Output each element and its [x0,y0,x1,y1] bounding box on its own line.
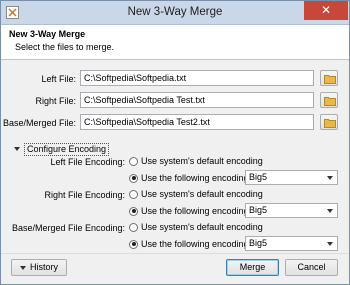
left-file-browse-button[interactable] [320,70,338,86]
right-encoding-select[interactable]: Big5 [245,203,338,218]
left-encoding-label: Left File Encoding: [50,157,125,167]
folder-icon [324,97,336,106]
base-encoding-label: Base/Merged File Encoding: [11,223,125,233]
left-encoding-default-label: Use system's default encoding [141,156,263,166]
right-encoding-default-label: Use system's default encoding [141,189,263,199]
header-title: New 3-Way Merge [9,29,86,39]
base-encoding-default-label: Use system's default encoding [141,222,263,232]
left-encoding-custom-label: Use the following encoding: [141,173,252,183]
expand-triangle-icon [14,147,20,151]
configure-encoding-toggle[interactable]: Configure Encoding [14,142,110,156]
base-encoding-select[interactable]: Big5 [245,236,338,251]
chevron-down-icon [327,176,333,180]
chevron-down-icon [19,265,26,270]
left-file-field[interactable]: C:\Softpedia\Softpedia.txt [80,70,314,86]
right-file-browse-button[interactable] [320,92,338,108]
footer-divider [1,253,349,254]
title-bar[interactable]: New 3-Way Merge ✕ [1,1,349,25]
radio-on-icon [129,206,138,216]
cancel-button[interactable]: Cancel [285,259,338,276]
left-encoding-select[interactable]: Big5 [245,170,338,185]
left-encoding-value: Big5 [249,172,268,182]
left-encoding-custom-radio[interactable]: Use the following encoding: [129,173,251,183]
right-encoding-label: Right File Encoding: [44,190,125,200]
right-encoding-value: Big5 [249,205,268,215]
right-encoding-custom-label: Use the following encoding: [141,206,252,216]
radio-on-icon [129,173,138,183]
chevron-down-icon [327,209,333,213]
base-file-browse-button[interactable] [320,114,338,130]
radio-off-icon [129,189,138,199]
merge-button-label: Merge [239,262,266,272]
window-title: New 3-Way Merge [127,6,223,18]
history-button[interactable]: History [11,259,67,276]
header-panel: New 3-Way Merge Select the files to merg… [1,25,349,60]
configure-encoding-label: Configure Encoding [24,142,110,156]
left-encoding-default-radio[interactable]: Use system's default encoding [129,156,263,166]
chevron-down-icon [327,242,333,246]
close-button[interactable]: ✕ [304,1,348,20]
merge-button[interactable]: Merge [226,259,279,276]
cancel-button-label: Cancel [297,262,326,272]
right-file-label: Right File: [35,96,76,106]
right-encoding-custom-radio[interactable]: Use the following encoding: [129,206,251,216]
history-button-label: History [29,262,58,272]
folder-icon [324,75,336,84]
base-file-label: Base/Merged File: [2,118,76,128]
right-file-field[interactable]: C:\Softpedia\Softpedia Test.txt [80,92,314,108]
merge-dialog: New 3-Way Merge ✕ New 3-Way Merge Select… [0,0,350,285]
left-file-label: Left File: [41,74,76,84]
base-encoding-custom-radio[interactable]: Use the following encoding: [129,239,251,249]
base-encoding-value: Big5 [249,238,268,248]
radio-off-icon [129,156,138,166]
right-encoding-default-radio[interactable]: Use system's default encoding [129,189,263,199]
close-icon: ✕ [320,3,332,17]
radio-off-icon [129,222,138,232]
base-encoding-custom-label: Use the following encoding: [141,239,252,249]
header-subtitle: Select the files to merge. [15,42,115,52]
folder-icon [324,119,336,128]
base-file-field[interactable]: C:\Softpedia\Softpedia Test2.txt [80,114,314,130]
radio-on-icon [129,239,138,249]
base-encoding-default-radio[interactable]: Use system's default encoding [129,222,263,232]
